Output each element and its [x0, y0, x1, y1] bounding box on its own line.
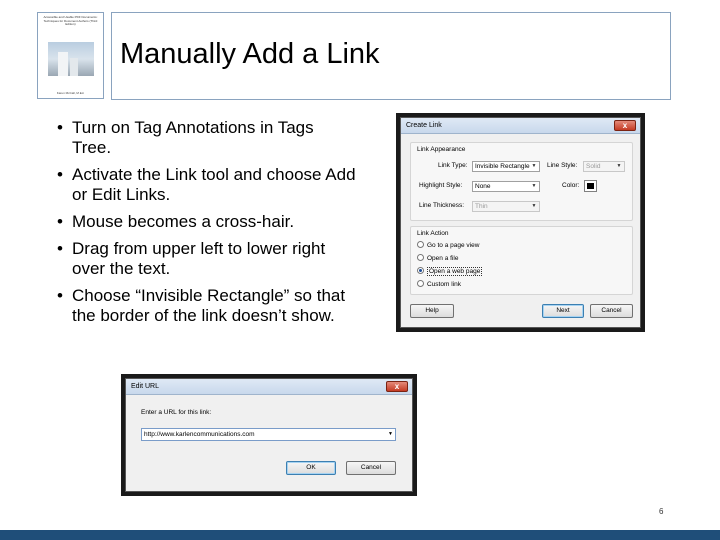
page-number: 6 — [659, 507, 664, 516]
ok-button[interactable]: OK — [286, 461, 336, 475]
chevron-down-icon: ▼ — [531, 203, 537, 209]
book-cover-author: Karen McCall, M.Ed. — [56, 91, 85, 95]
bullet-item: Mouse becomes a cross-hair. — [57, 212, 357, 232]
link-type-label: Link Type: — [438, 162, 468, 169]
book-cover-thumbnail: Accessible and Usable PDF Documents: Tec… — [37, 12, 104, 99]
cancel-button[interactable]: Cancel — [346, 461, 396, 475]
close-icon[interactable]: x — [386, 381, 408, 392]
bullet-item: Choose “Invisible Rectangle” so that the… — [57, 286, 357, 326]
create-link-screenshot: Create Link x Link Appearance Link Type:… — [396, 113, 645, 332]
line-thickness-label: Line Thickness: — [419, 202, 465, 209]
chevron-down-icon: ▼ — [616, 163, 622, 169]
next-button[interactable]: Next — [542, 304, 584, 318]
chevron-down-icon: ▼ — [531, 183, 537, 189]
highlight-style-value: None — [475, 183, 491, 190]
radio-button-icon — [417, 241, 424, 248]
bullet-item: Activate the Link tool and choose Add or… — [57, 165, 357, 205]
bullet-item: Drag from upper left to lower right over… — [57, 239, 357, 279]
chevron-down-icon: ▼ — [388, 431, 393, 437]
help-button[interactable]: Help — [410, 304, 454, 318]
footer-bar — [0, 530, 720, 540]
create-link-titlebar: Create Link x — [401, 118, 640, 134]
color-swatch[interactable] — [584, 180, 597, 192]
url-input[interactable]: http://www.karlencommunications.com ▼ — [141, 428, 396, 441]
radio-button-selected-icon — [417, 267, 424, 274]
color-label: Color: — [562, 182, 580, 189]
link-type-value: Invisible Rectangle — [475, 163, 530, 170]
cancel-button[interactable]: Cancel — [590, 304, 633, 318]
link-type-select[interactable]: Invisible Rectangle ▼ — [472, 161, 540, 172]
radio-open-file[interactable]: Open a file — [417, 254, 458, 264]
create-link-title: Create Link — [406, 122, 442, 129]
radio-open-web-page[interactable]: Open a web page — [417, 267, 483, 277]
radio-go-to-page-view[interactable]: Go to a page view — [417, 241, 479, 251]
line-style-select[interactable]: Solid ▼ — [583, 161, 625, 172]
link-appearance-group: Link Appearance Link Type: Invisible Rec… — [410, 142, 633, 221]
line-style-value: Solid — [586, 163, 601, 170]
bullet-item: Turn on Tag Annotations in Tags Tree. — [57, 118, 357, 158]
line-thickness-value: Thin — [475, 203, 488, 210]
line-thickness-select[interactable]: Thin ▼ — [472, 201, 540, 212]
radio-custom-link[interactable]: Custom link — [417, 280, 461, 290]
highlight-style-select[interactable]: None ▼ — [472, 181, 540, 192]
link-action-group: Link Action Go to a page view Open a fil… — [410, 226, 633, 295]
create-link-dialog: Create Link x Link Appearance Link Type:… — [400, 117, 641, 328]
edit-url-title: Edit URL — [131, 383, 160, 390]
link-appearance-label: Link Appearance — [417, 146, 466, 153]
slide-title: Manually Add a Link — [120, 38, 380, 70]
chevron-down-icon: ▼ — [531, 163, 537, 169]
close-icon[interactable]: x — [614, 120, 636, 131]
line-style-label: Line Style: — [547, 162, 578, 169]
url-input-value: http://www.karlencommunications.com — [144, 431, 255, 438]
url-prompt-label: Enter a URL for this link: — [141, 409, 212, 416]
slide-title-box: Manually Add a Link — [111, 12, 671, 100]
book-cover-title: Accessible and Usable PDF Documents: Tec… — [43, 16, 98, 27]
edit-url-titlebar: Edit URL x — [126, 379, 412, 395]
radio-button-icon — [417, 254, 424, 261]
highlight-style-label: Highlight Style: — [419, 182, 463, 189]
edit-url-dialog: Edit URL x Enter a URL for this link: ht… — [125, 378, 413, 492]
edit-url-screenshot: Edit URL x Enter a URL for this link: ht… — [121, 374, 417, 496]
book-cover-image — [47, 42, 94, 76]
link-action-label: Link Action — [417, 230, 449, 237]
bullet-list: Turn on Tag Annotations in Tags Tree. Ac… — [57, 118, 357, 333]
radio-button-icon — [417, 280, 424, 287]
